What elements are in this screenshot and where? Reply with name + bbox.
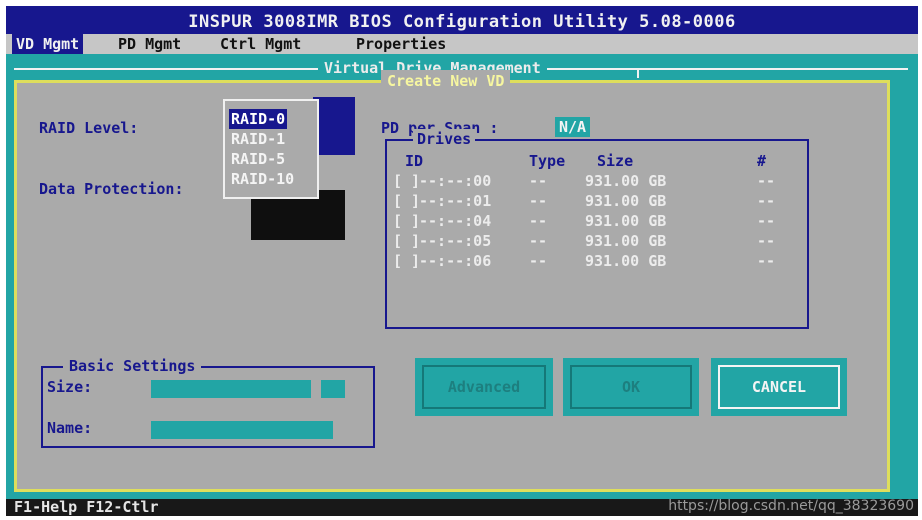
drive-count: --: [757, 252, 776, 270]
help-rest: -Help F12-Ctlr: [32, 498, 159, 516]
watermark: https://blog.csdn.net/qq_38323690: [668, 498, 914, 514]
drive-checkbox[interactable]: [ ]: [393, 231, 420, 251]
name-label: Name:: [47, 419, 93, 437]
drive-id: --:--:01: [419, 192, 492, 210]
ok-button-label: OK: [570, 365, 692, 409]
drive-type: --: [529, 172, 548, 190]
drive-id: --:--:05: [419, 232, 492, 250]
col-id: ID: [405, 152, 424, 170]
drive-size: 931.00 GB: [585, 232, 667, 250]
drives-title: Drives: [413, 129, 476, 149]
panel-divider-tick: [637, 68, 639, 78]
advanced-button-label: Advanced: [422, 365, 546, 409]
data-protection-label: Data Protection:: [39, 180, 184, 198]
drive-type: --: [529, 212, 548, 230]
drive-type: --: [529, 252, 548, 270]
drive-checkbox[interactable]: [ ]: [393, 171, 420, 191]
drive-checkbox[interactable]: [ ]: [393, 251, 420, 271]
size-field[interactable]: [151, 380, 311, 398]
help-text: F1-Help F12-Ctlr: [14, 499, 159, 516]
drive-id: --:--:04: [419, 212, 492, 230]
raid-level-selector-frame: [313, 97, 355, 155]
cancel-button-label: CANCEL: [718, 365, 840, 409]
drives-list: Drives ID Type Size # [ ] --:--:00 -- 93…: [385, 129, 809, 329]
basic-settings-group: Basic Settings Size: Name:: [41, 356, 375, 448]
menu-vd-mgmt[interactable]: VD Mgmt: [12, 34, 84, 54]
advanced-button[interactable]: Advanced: [415, 358, 553, 416]
drive-count: --: [757, 212, 776, 230]
menu-ctrl-mgmt[interactable]: Ctrl Mgmt: [216, 34, 305, 54]
drive-checkbox[interactable]: [ ]: [393, 191, 420, 211]
size-label: Size:: [47, 378, 93, 396]
drive-type: --: [529, 192, 548, 210]
bios-screen: INSPUR 3008IMR BIOS Configuration Utilit…: [6, 6, 918, 516]
drive-row[interactable]: [ ] --:--:05 -- 931.00 GB --: [393, 231, 803, 251]
ok-button[interactable]: OK: [563, 358, 699, 416]
pd-per-span-value[interactable]: N/A: [555, 117, 591, 137]
col-size: Size: [597, 152, 634, 170]
virtual-drive-management-panel: Virtual Drive Management Create New VD R…: [6, 54, 918, 499]
raid-level-label: RAID Level:: [39, 119, 139, 137]
raid-option-raid-0[interactable]: RAID-0: [229, 109, 288, 129]
basic-settings-title: Basic Settings: [63, 356, 202, 376]
drive-id: --:--:06: [419, 252, 492, 270]
col-count: #: [757, 152, 767, 170]
col-type: Type: [529, 152, 566, 170]
raid-option-raid-5[interactable]: RAID-5: [229, 149, 287, 169]
name-field[interactable]: [151, 421, 333, 439]
drive-type: --: [529, 232, 548, 250]
drive-count: --: [757, 192, 776, 210]
menu-bar: VD Mgmt PD Mgmt Ctrl Mgmt Properties: [6, 34, 918, 54]
drive-count: --: [757, 172, 776, 190]
drive-count: --: [757, 232, 776, 250]
menu-pd-mgmt[interactable]: PD Mgmt: [114, 34, 185, 54]
raid-option-raid-10[interactable]: RAID-10: [229, 169, 296, 189]
drive-row[interactable]: [ ] --:--:04 -- 931.00 GB --: [393, 211, 803, 231]
raid-level-dropdown[interactable]: RAID-0 RAID-1 RAID-5 RAID-10: [223, 99, 319, 199]
drive-row[interactable]: [ ] --:--:00 -- 931.00 GB --: [393, 171, 803, 191]
drive-size: 931.00 GB: [585, 172, 667, 190]
drive-row[interactable]: [ ] --:--:01 -- 931.00 GB --: [393, 191, 803, 211]
drive-id: --:--:00: [419, 172, 492, 190]
drive-size: 931.00 GB: [585, 192, 667, 210]
size-unit-selector[interactable]: [321, 380, 345, 398]
create-new-vd-dialog: Create New VD RAID Level: Data Protectio…: [14, 70, 890, 492]
help-f1-key: F1: [14, 498, 33, 516]
window-title: INSPUR 3008IMR BIOS Configuration Utilit…: [188, 12, 736, 32]
drive-row[interactable]: [ ] --:--:06 -- 931.00 GB --: [393, 251, 803, 271]
drive-size: 931.00 GB: [585, 252, 667, 270]
menu-properties[interactable]: Properties: [352, 34, 450, 54]
cancel-button[interactable]: CANCEL: [711, 358, 847, 416]
drive-checkbox[interactable]: [ ]: [393, 211, 420, 231]
drive-size: 931.00 GB: [585, 212, 667, 230]
dialog-title: Create New VD: [381, 70, 511, 92]
raid-option-raid-1[interactable]: RAID-1: [229, 129, 287, 149]
